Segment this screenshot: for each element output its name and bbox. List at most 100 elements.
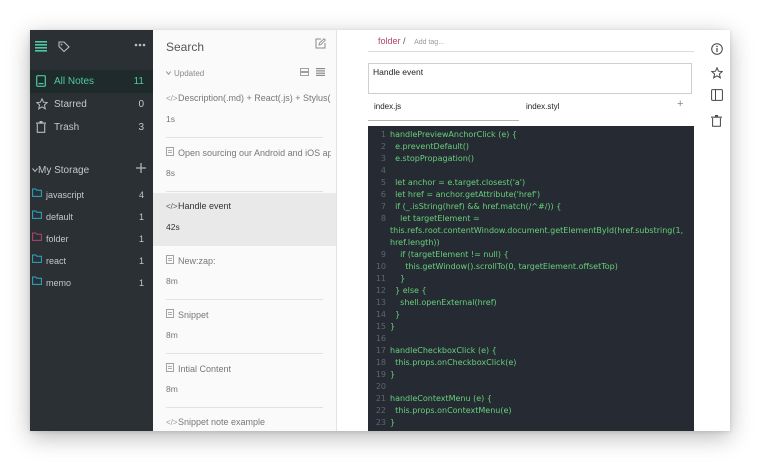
code-line[interactable]: 18 this.props.onCheckboxClick(e) — [368, 358, 694, 368]
code-line[interactable]: 13 shell.openExternal(href) — [368, 298, 694, 308]
nav-starred[interactable]: Starred 0 — [30, 93, 153, 116]
code-line[interactable]: 20 — [368, 382, 694, 392]
sort-control[interactable]: Updated — [166, 69, 204, 78]
code-line[interactable]: 4 — [368, 166, 694, 176]
document-icon — [166, 309, 178, 320]
code-line[interactable]: 22 this.props.onContextMenu(e) — [368, 406, 694, 416]
code-line[interactable]: 7 if (_.isString(href) && href.match(/^#… — [368, 202, 694, 212]
code-text: } — [390, 418, 396, 427]
more-icon[interactable] — [134, 43, 146, 47]
folder-javascript[interactable]: javascript 4 — [30, 185, 153, 205]
right-toolbar — [704, 30, 730, 431]
search-label[interactable]: Search — [166, 40, 204, 54]
tab-index-js[interactable]: index.js — [368, 100, 519, 121]
line-number: 19 — [375, 370, 386, 379]
line-number: 24 — [368, 430, 386, 431]
note-item[interactable]: </>Description(.md) + React(.js) + Stylu… — [153, 85, 336, 138]
code-line[interactable]: 5 let anchor = e.target.closest('a') — [368, 178, 694, 188]
line-number: 8 — [380, 214, 386, 223]
note-title-row: New:zap: — [166, 255, 331, 266]
line-number: 2 — [380, 142, 386, 151]
note-item[interactable]: Intial Content 8m — [153, 355, 336, 408]
code-editor[interactable]: 1 handlePreviewAnchorClick (e) { 2 e.preve… — [368, 126, 694, 431]
document-icon — [166, 147, 178, 158]
sidebar-toggle-icon[interactable] — [711, 89, 723, 101]
folder-react[interactable]: react 1 — [30, 251, 153, 271]
nav-label: All Notes — [54, 76, 95, 87]
line-number: 9 — [380, 250, 386, 259]
list-view-icon[interactable] — [316, 68, 325, 76]
folder-memo[interactable]: memo 1 — [30, 273, 153, 293]
code-text: e.stopPropagation() — [390, 154, 475, 163]
add-folder-icon[interactable] — [136, 163, 146, 173]
note-item[interactable]: Snippet 8m — [153, 301, 336, 354]
star-icon[interactable] — [711, 67, 723, 79]
code-text: href.length)) — [390, 238, 440, 247]
chevron-down-icon — [166, 71, 171, 75]
list-view-compact-icon[interactable] — [300, 68, 309, 76]
code-line[interactable]: 15} — [368, 322, 694, 332]
code-text: this.props.onCheckboxClick(e) — [390, 358, 517, 367]
folder-count: 4 — [138, 190, 144, 200]
code-line[interactable]: 10 this.getWindow().scrollTo(0, targetEl… — [368, 262, 694, 272]
line-number: 23 — [375, 418, 386, 427]
code-text: this.props.onContextMenu(e) — [390, 406, 512, 415]
code-line[interactable]: 11 } — [368, 274, 694, 284]
nav-count: 3 — [138, 122, 144, 133]
add-tag-input[interactable]: Add tag... — [414, 39, 444, 46]
info-icon[interactable] — [711, 43, 723, 55]
code-line[interactable]: 17 handleCheckboxClick (e) { — [368, 346, 694, 356]
menu-icon[interactable] — [35, 41, 47, 52]
code-line[interactable]: 14 } — [368, 310, 694, 320]
folder-icon — [32, 210, 42, 219]
tag-icon[interactable] — [58, 41, 70, 52]
code-icon: </> — [166, 94, 178, 103]
line-number: 12 — [375, 286, 386, 295]
code-text: let href = anchor.getAttribute('href') — [390, 190, 541, 199]
note-title-row: </>Description(.md) + React(.js) + Stylu… — [166, 93, 331, 103]
code-text: shell.openExternal(href) — [390, 298, 497, 307]
code-line[interactable]: this.refs.root.contentWindow.document.ge… — [368, 226, 694, 236]
note-item-selected[interactable]: </>Handle event 42s — [153, 193, 336, 246]
code-line[interactable]: 23} — [368, 418, 694, 428]
note-item[interactable]: </>Snippet note example — [153, 409, 336, 431]
divider — [166, 191, 323, 192]
line-number: 13 — [375, 298, 386, 307]
folder-label: react — [46, 256, 67, 266]
code-line[interactable]: 3 e.stopPropagation() — [368, 154, 694, 164]
divider — [166, 299, 323, 300]
note-item[interactable]: Open sourcing our Android and iOS apps 8… — [153, 139, 336, 192]
new-note-icon[interactable] — [315, 38, 326, 49]
line-number: 1 — [380, 130, 386, 139]
code-text: let targetElement = — [390, 214, 480, 223]
folder-icon — [32, 276, 42, 285]
code-line[interactable]: 24 — [368, 430, 694, 431]
folder-folder[interactable]: folder 1 — [30, 229, 153, 249]
code-line[interactable]: 12 } else { — [368, 286, 694, 296]
divider — [166, 353, 323, 354]
description-field[interactable]: Handle event — [368, 63, 692, 94]
breadcrumb-folder[interactable]: folder — [378, 36, 401, 46]
trash-icon[interactable] — [711, 115, 722, 127]
note-item[interactable]: New:zap: 8m — [153, 247, 336, 300]
nav-trash[interactable]: Trash 3 — [30, 116, 153, 139]
code-line[interactable]: 6 let href = anchor.getAttribute('href') — [368, 190, 694, 200]
tab-index-styl[interactable]: index.styl — [520, 100, 671, 120]
note-title: Snippet note example — [178, 417, 266, 427]
code-line[interactable]: 21 handleContextMenu (e) { — [368, 394, 694, 404]
storage-header[interactable]: My Storage — [30, 161, 153, 181]
folder-default[interactable]: default 1 — [30, 207, 153, 227]
nav-all-notes[interactable]: All Notes 11 — [30, 70, 153, 93]
add-file-button[interactable]: + — [677, 98, 683, 110]
line-number: 6 — [380, 190, 386, 199]
code-text: handleContextMenu (e) { — [390, 394, 492, 403]
note-title: Open sourcing our Android and iOS apps — [178, 148, 331, 158]
code-line[interactable]: href.length)) — [368, 238, 694, 248]
code-line[interactable]: 8 let targetElement = — [368, 214, 694, 224]
code-line[interactable]: 2 e.preventDefault() — [368, 142, 694, 152]
code-line[interactable]: 9 if (targetElement != null) { — [368, 250, 694, 260]
code-line[interactable]: 1 handlePreviewAnchorClick (e) { — [368, 130, 694, 140]
code-line[interactable]: 16 — [368, 334, 694, 344]
line-number: 7 — [380, 202, 386, 211]
code-line[interactable]: 19} — [368, 370, 694, 380]
